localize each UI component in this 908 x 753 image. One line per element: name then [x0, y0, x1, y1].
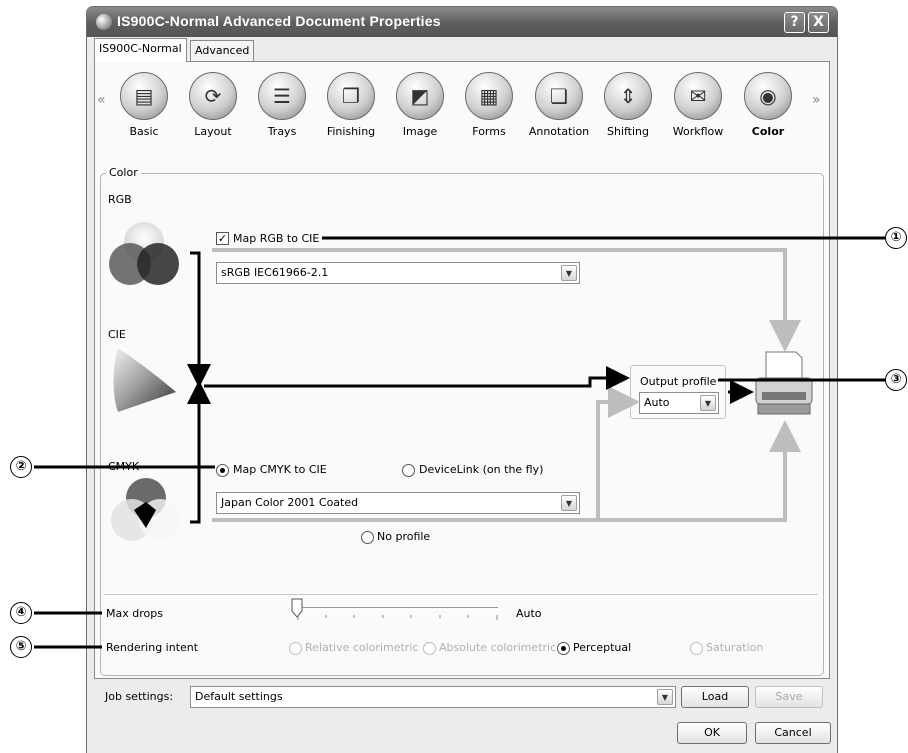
- max-drops-track: [298, 607, 498, 610]
- printer-icon: [755, 351, 813, 415]
- rgb-profile-value: sRGB IEC61966-2.1: [221, 266, 329, 279]
- max-drops-value: Auto: [516, 607, 542, 620]
- perceptual-label: Perceptual: [573, 641, 632, 654]
- close-button[interactable]: X: [808, 12, 829, 33]
- relative-colorimetric-radio[interactable]: [289, 642, 302, 655]
- shifting-icon: ⇕: [604, 72, 652, 120]
- map-rgb-label: Map RGB to CIE: [233, 232, 320, 245]
- workflow-icon: ✉: [674, 72, 722, 120]
- max-drops-ticks: [297, 615, 498, 620]
- rgb-profile-select[interactable]: sRGB IEC61966-2.1 ▼: [216, 262, 580, 284]
- map-cmyk-radio[interactable]: [216, 464, 229, 477]
- job-settings-value: Default settings: [195, 690, 283, 703]
- absolute-colorimetric-radio[interactable]: [423, 642, 436, 655]
- callout-4: ④: [10, 602, 32, 624]
- category-finishing[interactable]: ❐ Finishing: [316, 72, 386, 138]
- saturation-label: Saturation: [706, 641, 764, 654]
- color-group-legend: Color: [106, 166, 141, 179]
- category-label: Workflow: [672, 125, 724, 138]
- chevron-down-icon: ▼: [657, 689, 673, 705]
- category-label: Trays: [267, 125, 297, 138]
- output-profile-label: Output profile: [640, 375, 717, 388]
- document-icon: ▤: [120, 72, 168, 120]
- cmyk-venn-icon: [111, 478, 181, 541]
- cmyk-profile-select[interactable]: Japan Color 2001 Coated ▼: [216, 492, 580, 514]
- max-drops-label: Max drops: [106, 607, 163, 620]
- no-profile-radio[interactable]: [361, 531, 374, 544]
- devicelink-radio[interactable]: [402, 464, 415, 477]
- category-trays[interactable]: ☰ Trays: [247, 72, 317, 138]
- chevron-down-icon: ▼: [561, 495, 577, 511]
- chevron-down-icon: ▼: [561, 265, 577, 281]
- save-button[interactable]: Save: [755, 686, 823, 708]
- window-title: IS900C-Normal Advanced Document Properti…: [117, 13, 441, 29]
- rendering-intent-label: Rendering intent: [106, 641, 199, 654]
- map-rgb-checkbox[interactable]: ✓: [216, 232, 229, 245]
- divider: [104, 594, 818, 595]
- absolute-colorimetric-label: Absolute colorimetric: [439, 641, 557, 654]
- category-forms[interactable]: ▦ Forms: [454, 72, 524, 138]
- category-color[interactable]: ◉ Color: [733, 72, 803, 138]
- no-profile-label: No profile: [377, 530, 431, 543]
- scroll-left-icon[interactable]: «: [97, 92, 106, 108]
- category-label: Basic: [129, 125, 159, 138]
- scroll-right-icon[interactable]: »: [812, 92, 821, 108]
- tab-is900c-normal[interactable]: IS900C-Normal: [94, 38, 187, 62]
- category-label: Color: [751, 125, 785, 138]
- cie-label: CIE: [108, 328, 126, 341]
- tab-advanced[interactable]: Advanced: [190, 40, 255, 62]
- category-label: Annotation: [528, 125, 590, 138]
- category-basic[interactable]: ▤ Basic: [109, 72, 179, 138]
- cmyk-label: CMYK: [108, 460, 140, 473]
- category-workflow[interactable]: ✉ Workflow: [663, 72, 733, 138]
- image-icon: ◩: [396, 72, 444, 120]
- forms-icon: ▦: [465, 72, 513, 120]
- load-button[interactable]: Load: [681, 686, 749, 708]
- callout-3: ③: [885, 369, 907, 391]
- cmyk-profile-value: Japan Color 2001 Coated: [221, 496, 359, 509]
- devicelink-label: DeviceLink (on the fly): [419, 463, 544, 476]
- job-settings-label: Job settings:: [105, 690, 174, 703]
- saturation-radio[interactable]: [690, 642, 703, 655]
- ok-button[interactable]: OK: [677, 722, 747, 744]
- job-settings-select[interactable]: Default settings ▼: [190, 686, 676, 708]
- title-bar[interactable]: IS900C-Normal Advanced Document Properti…: [87, 7, 837, 37]
- callout-2: ②: [10, 456, 32, 478]
- perceptual-radio[interactable]: [557, 642, 570, 655]
- relative-colorimetric-label: Relative colorimetric: [305, 641, 419, 654]
- callout-5: ⑤: [10, 636, 32, 658]
- category-layout[interactable]: ⟳ Layout: [178, 72, 248, 138]
- category-annotation[interactable]: ❏ Annotation: [524, 72, 594, 138]
- category-label: Forms: [472, 125, 506, 138]
- map-cmyk-label: Map CMYK to CIE: [233, 463, 327, 476]
- output-profile-select[interactable]: Auto ▼: [639, 392, 719, 414]
- help-button[interactable]: ?: [784, 12, 805, 33]
- rgb-venn-icon: [109, 222, 179, 285]
- category-label: Layout: [194, 125, 232, 138]
- category-label: Shifting: [606, 125, 649, 138]
- trays-icon: ☰: [258, 72, 306, 120]
- category-label: Finishing: [326, 125, 376, 138]
- chevron-down-icon: ▼: [700, 395, 716, 411]
- annotation-icon: ❏: [535, 72, 583, 120]
- category-image[interactable]: ◩ Image: [385, 72, 455, 138]
- layout-icon: ⟳: [189, 72, 237, 120]
- callout-1: ①: [885, 227, 907, 249]
- cancel-button[interactable]: Cancel: [755, 722, 831, 744]
- color-group-box: [100, 173, 824, 676]
- cie-gamut-icon: [113, 348, 176, 412]
- category-label: Image: [402, 125, 438, 138]
- printer-app-icon: [96, 14, 112, 30]
- category-shifting[interactable]: ⇕ Shifting: [593, 72, 663, 138]
- output-profile-value: Auto: [644, 396, 670, 409]
- finishing-icon: ❐: [327, 72, 375, 120]
- color-icon: ◉: [744, 72, 792, 120]
- rgb-label: RGB: [108, 193, 132, 206]
